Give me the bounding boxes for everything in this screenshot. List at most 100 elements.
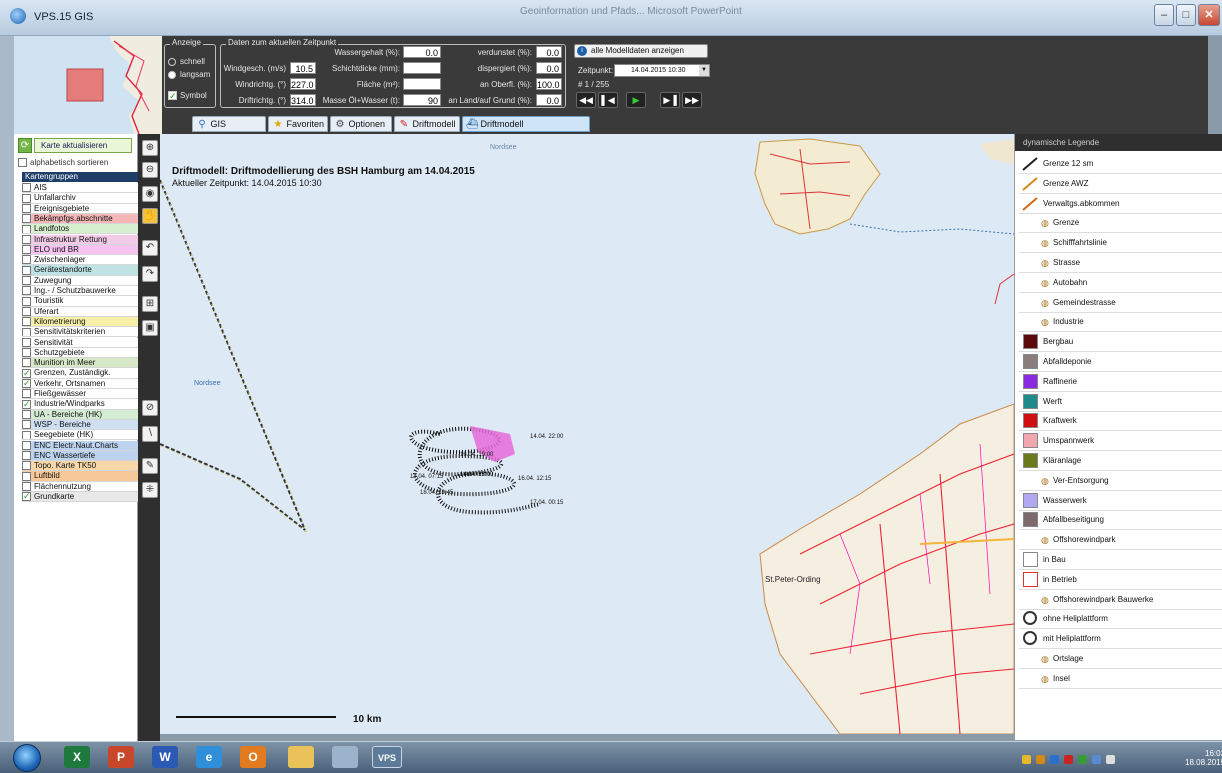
select-rect-icon[interactable]: ▣: [142, 320, 158, 336]
wassergehalt-field[interactable]: 0.0: [403, 46, 441, 58]
layer-group-checkbox[interactable]: [22, 358, 31, 368]
flaeche-field[interactable]: [403, 78, 441, 90]
layer-group-row[interactable]: Landfotos: [22, 224, 138, 235]
map-canvas[interactable]: [160, 134, 1014, 734]
step-back-button[interactable]: ▌◀: [598, 92, 618, 108]
layer-group-row[interactable]: Topo. Karte TK50: [22, 461, 138, 472]
forward-arrow-icon[interactable]: ↷: [142, 266, 158, 282]
layer-group-checkbox[interactable]: [22, 255, 31, 265]
layer-group-row[interactable]: ✓ Grundkarte: [22, 492, 138, 503]
layer-group-checkbox[interactable]: [22, 276, 31, 285]
full-extent-icon[interactable]: ◉: [142, 186, 158, 202]
layer-group-row[interactable]: AIS: [22, 183, 138, 194]
layer-group-row[interactable]: Unfallarchiv: [22, 193, 138, 204]
layer-group-row[interactable]: Seegebiete (HK): [22, 430, 138, 441]
layer-group-checkbox[interactable]: [22, 234, 31, 244]
tray-icon[interactable]: [1022, 755, 1031, 764]
word-app[interactable]: W: [152, 746, 178, 768]
layer-group-checkbox[interactable]: [22, 389, 31, 399]
layer-group-checkbox[interactable]: [22, 286, 31, 296]
minimize-button[interactable]: –: [1154, 4, 1174, 26]
schnell-radio[interactable]: [168, 58, 176, 66]
alphabetical-sort-checkbox[interactable]: [18, 158, 27, 168]
layer-group-row[interactable]: Bekämpfgs.abschnitte: [22, 213, 138, 225]
layer-group-checkbox[interactable]: [22, 265, 31, 275]
maximize-button[interactable]: □: [1176, 4, 1196, 26]
symbol-checkbox[interactable]: ✓: [168, 91, 177, 101]
layer-group-row[interactable]: Sensitivitätskriterien: [22, 327, 138, 338]
layer-group-row[interactable]: Fließgewässer: [22, 389, 138, 400]
langsam-radio[interactable]: [168, 71, 176, 79]
layer-group-checkbox[interactable]: [22, 203, 31, 213]
layer-group-row[interactable]: ✓ Industrie/Windparks: [22, 399, 138, 410]
network-icon[interactable]: [1092, 755, 1101, 764]
layer-group-checkbox[interactable]: [22, 420, 31, 430]
layer-group-row[interactable]: UA - Bereiche (HK): [22, 409, 138, 420]
fast-forward-button[interactable]: ▶▶: [682, 92, 702, 108]
layer-group-row[interactable]: ✓ Verkehr, Ortsnamen: [22, 378, 138, 389]
refresh-icon[interactable]: ⟳: [18, 138, 32, 153]
powerpoint-app[interactable]: P: [108, 746, 134, 768]
layer-group-row[interactable]: Infrastruktur Rettung: [22, 234, 138, 245]
clock[interactable]: 16:0318.08.2015: [1185, 749, 1222, 767]
overview-minimap[interactable]: [14, 36, 162, 134]
layer-group-row[interactable]: Schutzgebiete: [22, 347, 138, 359]
layer-group-checkbox[interactable]: [22, 306, 31, 316]
back-arrow-icon[interactable]: ↶: [142, 240, 158, 256]
layer-group-checkbox[interactable]: [22, 317, 31, 327]
layer-group-row[interactable]: ✓ Grenzen, Zuständigk.: [22, 368, 138, 379]
verdunstet-field[interactable]: 0.0: [536, 46, 562, 58]
layer-group-checkbox[interactable]: [22, 193, 31, 203]
layer-group-checkbox[interactable]: [22, 471, 31, 481]
layer-group-row[interactable]: Gerätestandorte: [22, 265, 138, 276]
outlook-app[interactable]: O: [240, 746, 266, 768]
layer-group-checkbox[interactable]: ✓: [22, 379, 31, 388]
layer-group-checkbox[interactable]: [22, 461, 31, 471]
close-button[interactable]: ✕: [1198, 4, 1220, 26]
tab-gis-steuerung[interactable]: ⚲ GIS Steuerung: [192, 116, 266, 144]
layer-group-checkbox[interactable]: [22, 348, 31, 358]
layer-group-row[interactable]: Ing.- / Schutzbauwerke: [22, 286, 138, 297]
internet-explorer-app[interactable]: e: [196, 746, 222, 768]
play-button[interactable]: ▶: [626, 92, 646, 108]
rewind-button[interactable]: ◀◀: [576, 92, 596, 108]
zoom-out-icon[interactable]: ⊖: [142, 162, 158, 178]
layer-group-row[interactable]: ENC Electr.Naut.Charts: [22, 440, 138, 451]
layer-group-row[interactable]: Flächennutzung: [22, 481, 138, 492]
windrichtg-field[interactable]: 227.0: [290, 78, 316, 90]
layer-group-row[interactable]: Zuwegung: [22, 275, 138, 286]
tray-icon[interactable]: [1078, 755, 1087, 764]
layer-group-row[interactable]: Sensitivität: [22, 337, 138, 348]
tab-driftmodell[interactable]: ✎ Driftmodell: [394, 116, 460, 132]
tab-favoriten[interactable]: ★ Favoriten: [268, 116, 328, 132]
zeitpunkt-select[interactable]: 14.04.2015 10:30 ▼: [614, 64, 710, 77]
layer-group-row[interactable]: Kilometrierung: [22, 316, 138, 328]
tray-icon[interactable]: [1064, 755, 1073, 764]
tray-icon[interactable]: [1050, 755, 1059, 764]
layer-group-checkbox[interactable]: [22, 451, 31, 461]
tab-optionen[interactable]: ⚙ Optionen: [330, 116, 392, 132]
dispergiert-field[interactable]: 0.0: [536, 62, 562, 74]
explorer-folder-icon[interactable]: [288, 746, 314, 768]
driftrichtg-field[interactable]: 314.0: [290, 94, 316, 106]
zoom-in-icon[interactable]: ⊕: [142, 140, 158, 156]
layer-group-row[interactable]: Ereignisgebiete: [22, 203, 138, 214]
point-grid-icon[interactable]: ⁜: [142, 482, 158, 498]
layer-group-row[interactable]: Zwischenlager: [22, 255, 138, 266]
measure-icon[interactable]: ⊞: [142, 296, 158, 312]
alphabetical-sort-option[interactable]: alphabetisch sortieren: [18, 158, 108, 168]
layer-group-checkbox[interactable]: [22, 482, 31, 491]
layer-group-checkbox[interactable]: [22, 440, 31, 450]
layer-group-checkbox[interactable]: [22, 337, 31, 347]
layer-group-row[interactable]: Munition im Meer: [22, 358, 138, 369]
layer-group-checkbox[interactable]: [22, 296, 31, 306]
layer-group-checkbox[interactable]: [22, 409, 31, 419]
layer-group-checkbox[interactable]: [22, 430, 31, 440]
masse-field[interactable]: 90: [403, 94, 441, 106]
excel-app[interactable]: X: [64, 746, 90, 768]
tray-icon[interactable]: [1036, 755, 1045, 764]
draw-line-icon[interactable]: ∖: [142, 426, 158, 442]
layer-group-checkbox[interactable]: [22, 214, 31, 224]
layer-group-checkbox[interactable]: [22, 183, 31, 193]
step-forward-button[interactable]: ▶▐: [660, 92, 680, 108]
